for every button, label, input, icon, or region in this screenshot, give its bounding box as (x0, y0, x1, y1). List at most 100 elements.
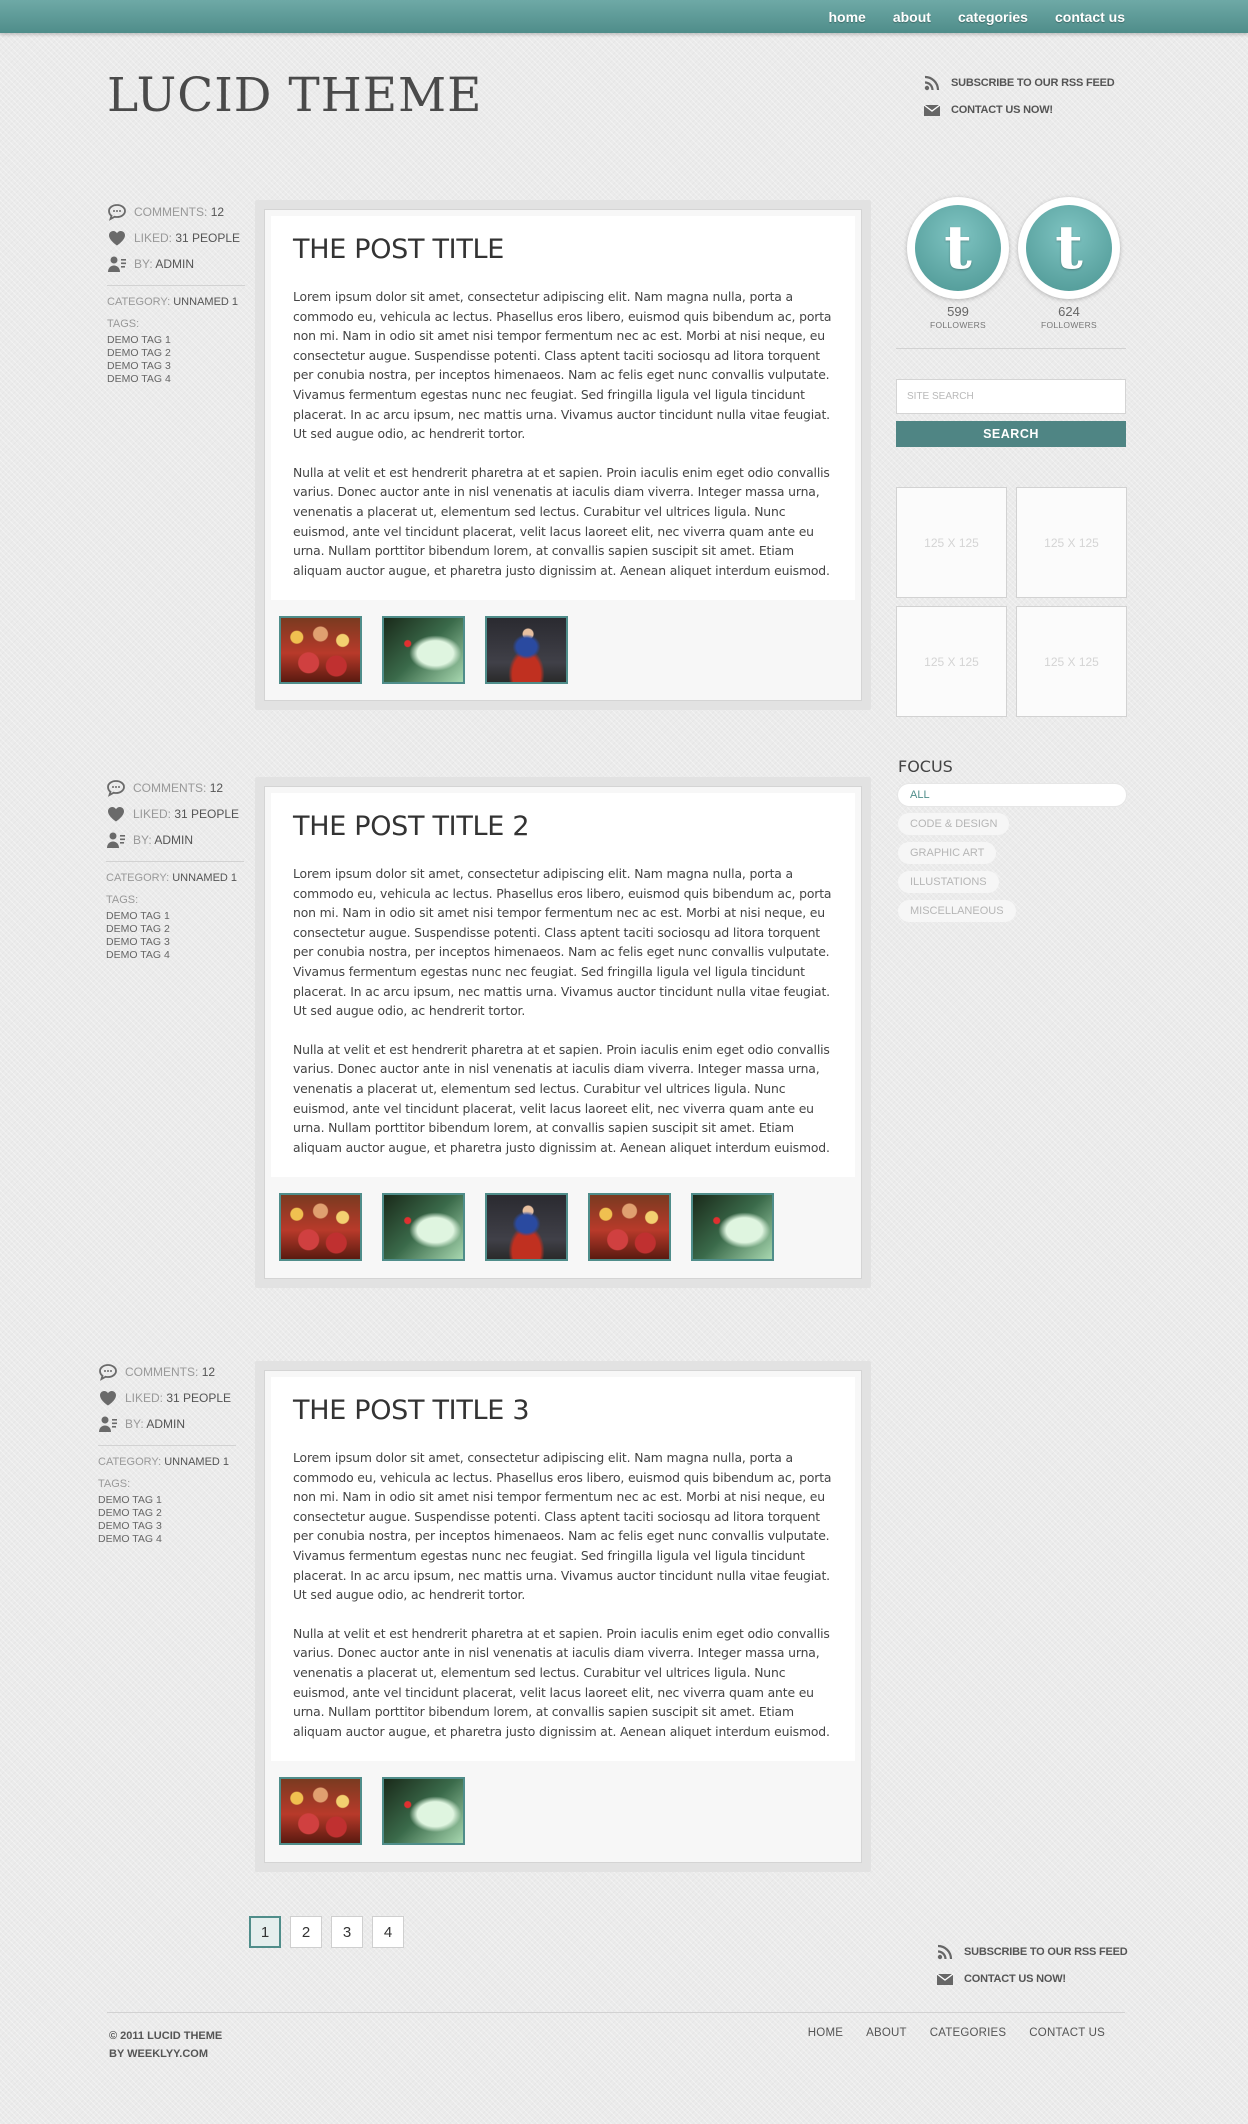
post-category[interactable]: CATEGORY: UNNAMED 1 (106, 872, 244, 884)
post-tag-link[interactable]: DEMO TAG 2 (98, 1507, 236, 1520)
site-search-input[interactable] (896, 379, 1126, 414)
comments-label: COMMENTS: 12 (133, 781, 224, 795)
top-nav-bar: home about categories contact us (0, 0, 1248, 33)
author-label: BY: ADMIN (125, 1417, 186, 1431)
post-thumbnail[interactable] (279, 1777, 362, 1846)
post-thumbnail[interactable] (588, 1193, 671, 1262)
post-card: THE POST TITLE 3 Lorem ipsum dolor sit a… (255, 1361, 871, 1872)
page-3-button[interactable]: 3 (331, 1916, 363, 1948)
post-text: Lorem ipsum dolor sit amet, consectetur … (293, 287, 833, 580)
footer-rss-subscribe-link[interactable]: SUBSCRIBE TO OUR RSS FEED (936, 1943, 1128, 1961)
page-1-button[interactable]: 1 (249, 1916, 281, 1948)
heart-icon (98, 1389, 118, 1407)
post-author[interactable]: BY: ADMIN (107, 251, 245, 277)
footer-nav: HOME ABOUT CATEGORIES CONTACT US (808, 2027, 1105, 2039)
comments-count[interactable]: COMMENTS: 12 (107, 199, 245, 225)
post-title[interactable]: THE POST TITLE 3 (293, 1395, 833, 1426)
post-category[interactable]: CATEGORY: UNNAMED 1 (107, 296, 245, 308)
post-title[interactable]: THE POST TITLE 2 (293, 811, 833, 842)
post-thumbnail[interactable] (279, 1193, 362, 1262)
credit-text[interactable]: BY WEEKLYY.COM (109, 2045, 222, 2063)
rss-icon (923, 74, 941, 92)
rss-subscribe-link[interactable]: SUBSCRIBE TO OUR RSS FEED (923, 74, 1115, 92)
tumblr-follow[interactable]: t 599 FOLLOWERS (907, 197, 1009, 330)
sidebar-divider (896, 348, 1126, 349)
post-paragraph: Lorem ipsum dolor sit amet, consectetur … (293, 1450, 832, 1603)
comment-icon (98, 1363, 118, 1381)
post-tag-link[interactable]: DEMO TAG 2 (107, 347, 245, 360)
post-tag-link[interactable]: DEMO TAG 3 (106, 936, 244, 949)
comments-count[interactable]: COMMENTS: 12 (98, 1359, 236, 1385)
post-tag-link[interactable]: DEMO TAG 3 (98, 1520, 236, 1533)
focus-filter-illustrations[interactable]: ILLUSTATIONS (898, 871, 999, 893)
comment-icon (107, 203, 127, 221)
post-author[interactable]: BY: ADMIN (98, 1411, 236, 1437)
post-category[interactable]: CATEGORY: UNNAMED 1 (98, 1456, 236, 1468)
nav-about-link[interactable]: about (893, 9, 931, 25)
focus-filter-miscellaneous[interactable]: MISCELLANEOUS (898, 900, 1016, 922)
likes-count[interactable]: LIKED: 31 PEOPLE (106, 801, 244, 827)
comments-label: COMMENTS: 12 (134, 205, 225, 219)
meta-divider (107, 285, 245, 286)
ad-slot[interactable]: 125 X 125 (1016, 487, 1127, 598)
post-thumbnail[interactable] (279, 616, 362, 685)
post-thumbnail[interactable] (382, 1193, 465, 1262)
footer-divider (107, 2012, 1125, 2013)
post-thumbnail[interactable] (485, 616, 568, 685)
ad-slot[interactable]: 125 X 125 (896, 606, 1007, 717)
focus-filter-code-design[interactable]: CODE & DESIGN (898, 813, 1010, 835)
post-paragraph: Nulla at velit et est hendrerit pharetra… (293, 464, 830, 578)
post-tag-link[interactable]: DEMO TAG 4 (98, 1533, 236, 1546)
page-2-button[interactable]: 2 (290, 1916, 322, 1948)
post-thumbnail[interactable] (382, 1777, 465, 1846)
contact-us-link[interactable]: CONTACT US NOW! (923, 101, 1115, 119)
meta-divider (98, 1445, 236, 1446)
post-paragraph: Lorem ipsum dolor sit amet, consectetur … (293, 866, 832, 1019)
liked-label: LIKED: 31 PEOPLE (125, 1391, 232, 1405)
twitter-follow[interactable]: t 624 FOLLOWERS (1018, 197, 1120, 330)
post-author[interactable]: BY: ADMIN (106, 827, 244, 853)
footer-rss-label: SUBSCRIBE TO OUR RSS FEED (964, 1946, 1128, 1958)
page-4-button[interactable]: 4 (372, 1916, 404, 1948)
post-thumbnail[interactable] (691, 1193, 774, 1262)
footer-home-link[interactable]: HOME (808, 2027, 843, 2039)
user-icon (107, 255, 127, 273)
footer-about-link[interactable]: ABOUT (866, 2027, 907, 2039)
footer-contact-link[interactable]: CONTACT US (1029, 2027, 1105, 2039)
contact-us-label: CONTACT US NOW! (951, 104, 1053, 116)
nav-home-link[interactable]: home (828, 9, 865, 25)
nav-contact-link[interactable]: contact us (1055, 9, 1125, 25)
twitter-follower-label: FOLLOWERS (1040, 320, 1098, 330)
site-logo[interactable]: LUCID THEME (107, 72, 482, 119)
post-tag-link[interactable]: DEMO TAG 3 (107, 360, 245, 373)
post-tag-link[interactable]: DEMO TAG 4 (106, 949, 244, 962)
copyright-text: © 2011 LUCID THEME (109, 2030, 223, 2042)
focus-filter-all[interactable]: ALL (898, 784, 1126, 806)
footer-contact-us-link[interactable]: CONTACT US NOW! (936, 1970, 1128, 1988)
ad-slot[interactable]: 125 X 125 (896, 487, 1007, 598)
likes-count[interactable]: LIKED: 31 PEOPLE (98, 1385, 236, 1411)
post-tag-link[interactable]: DEMO TAG 2 (106, 923, 244, 936)
footer-categories-link[interactable]: CATEGORIES (930, 2027, 1007, 2039)
post-tag-link[interactable]: DEMO TAG 4 (107, 373, 245, 386)
user-icon (98, 1415, 118, 1433)
focus-heading: FOCUS (898, 757, 953, 776)
ad-slot[interactable]: 125 X 125 (1016, 606, 1127, 717)
post-title[interactable]: THE POST TITLE (293, 234, 833, 265)
post-thumbnail[interactable] (382, 616, 465, 685)
post-meta: COMMENTS: 12 LIKED: 31 PEOPLE BY: ADMIN … (107, 199, 245, 386)
likes-count[interactable]: LIKED: 31 PEOPLE (107, 225, 245, 251)
post-tag-link[interactable]: DEMO TAG 1 (98, 1494, 236, 1507)
nav-categories-link[interactable]: categories (958, 9, 1028, 25)
comments-count[interactable]: COMMENTS: 12 (106, 775, 244, 801)
focus-filter-graphic-art[interactable]: GRAPHIC ART (898, 842, 997, 864)
search-button[interactable]: SEARCH (896, 421, 1126, 447)
post-thumbnail[interactable] (485, 1193, 568, 1262)
focus-filter-list: ALL CODE & DESIGN GRAPHIC ART ILLUSTATIO… (898, 784, 1126, 922)
post-tag-link[interactable]: DEMO TAG 1 (106, 910, 244, 923)
twitter-follower-count: 624 (1058, 304, 1080, 319)
user-icon (106, 831, 126, 849)
post-content: THE POST TITLE 3 Lorem ipsum dolor sit a… (271, 1377, 855, 1762)
post-tag-link[interactable]: DEMO TAG 1 (107, 334, 245, 347)
author-label: BY: ADMIN (134, 257, 195, 271)
